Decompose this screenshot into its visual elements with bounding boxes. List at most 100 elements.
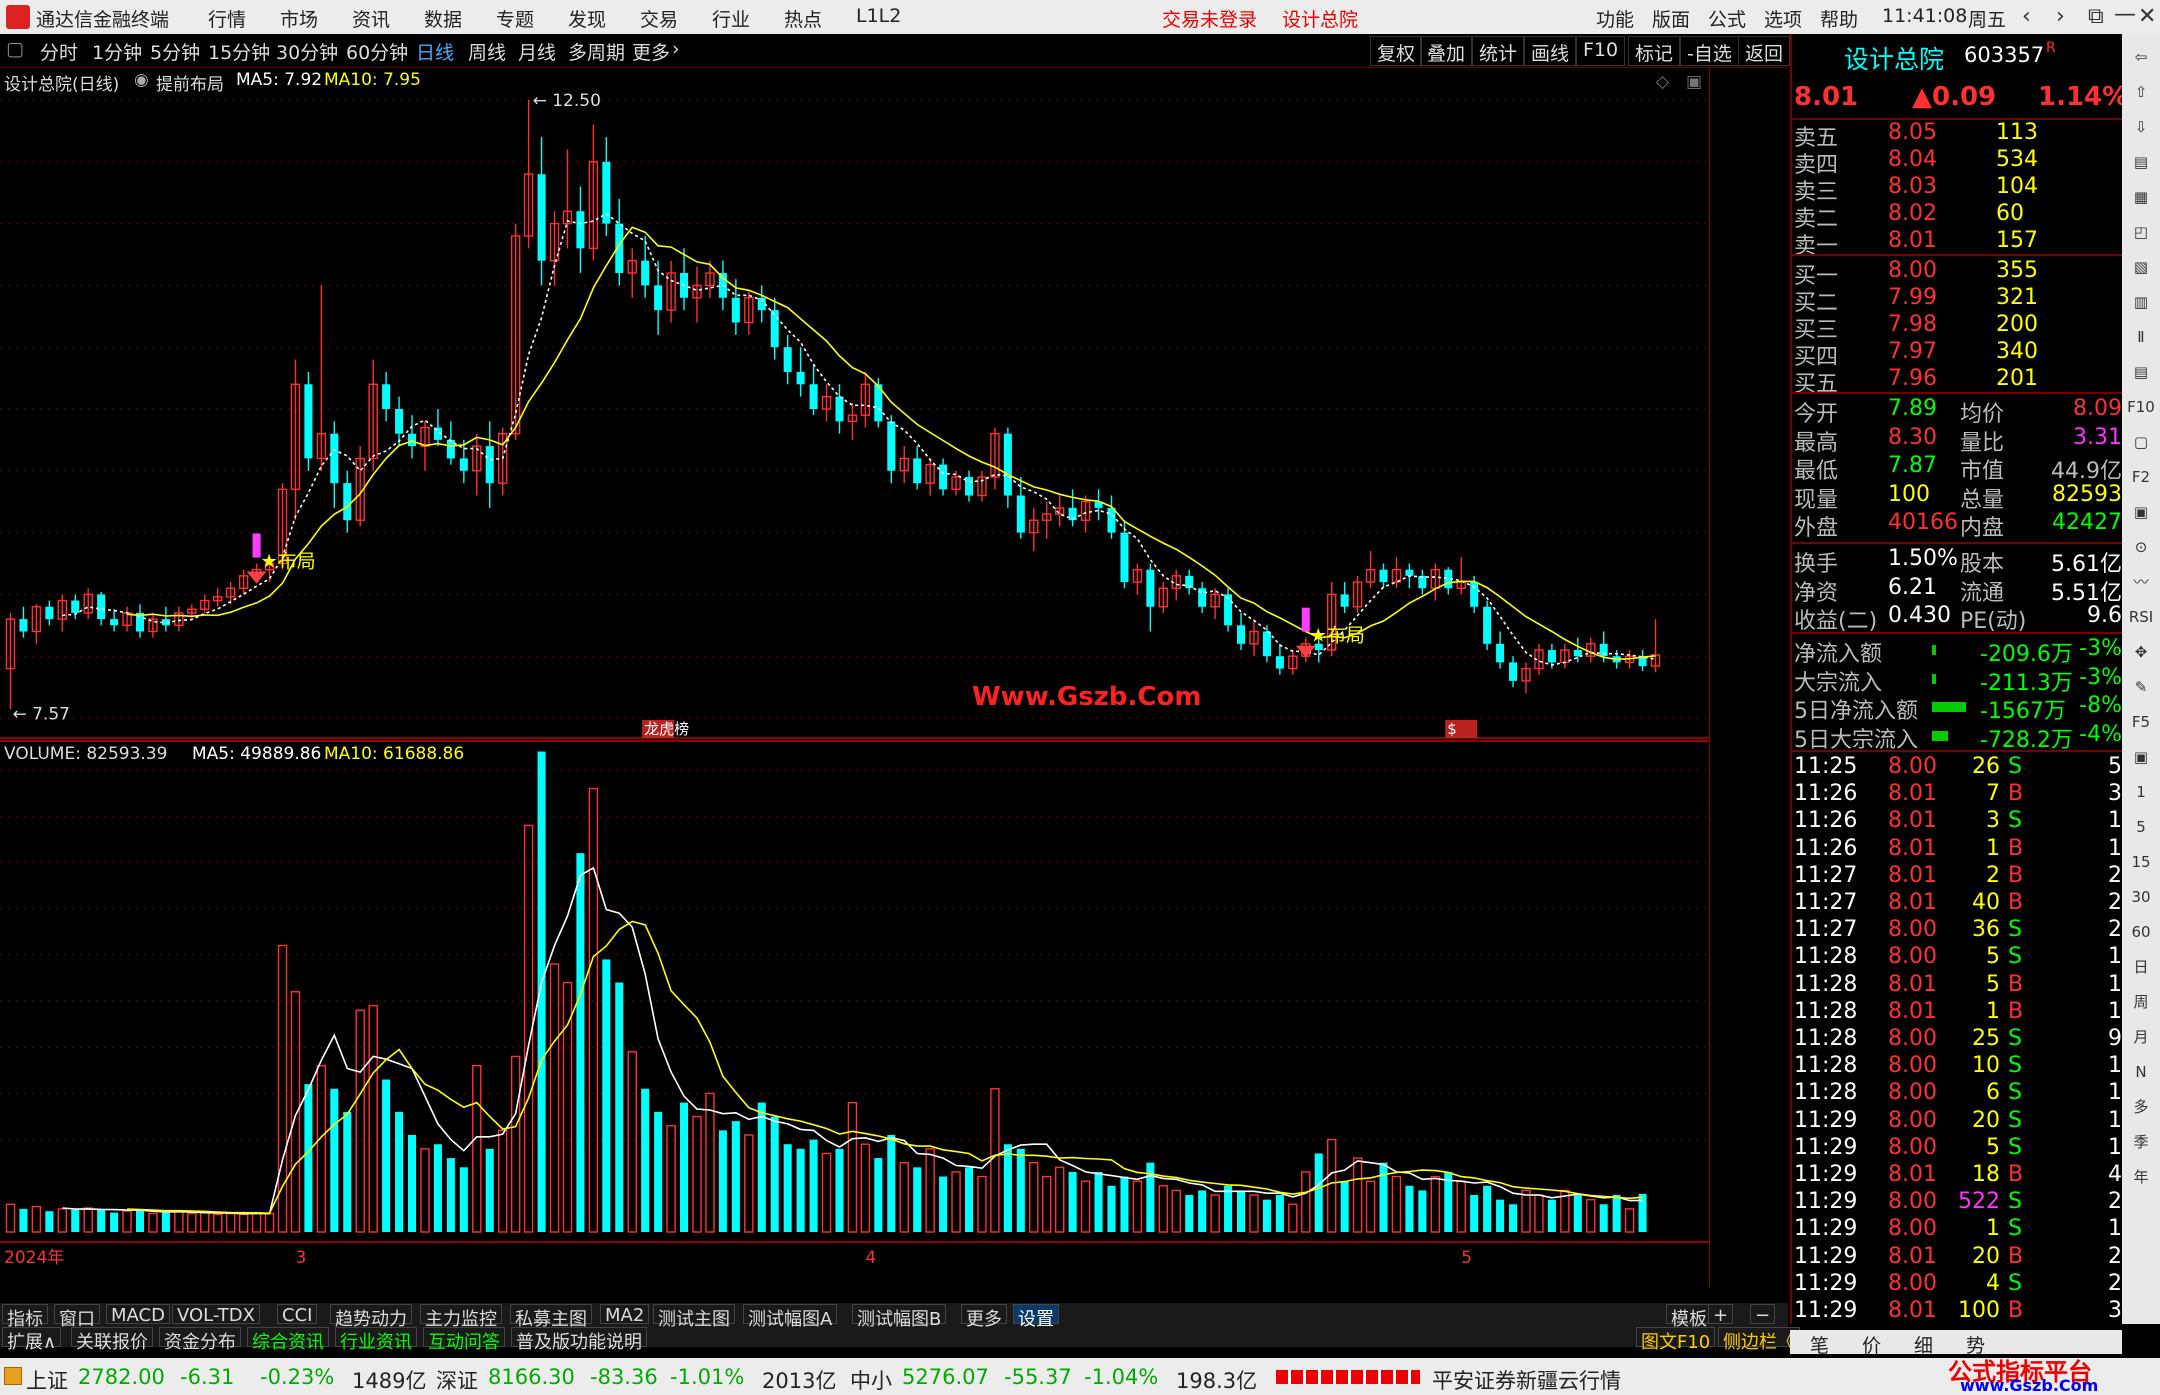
draw-button[interactable]: 画线 (1524, 36, 1577, 66)
menu-item-topics[interactable]: 专题 (496, 5, 534, 32)
indicator-name[interactable]: 提前布局 (156, 70, 224, 95)
indicator-tab[interactable]: VOL-TDX (172, 1304, 260, 1326)
menu-item-industry[interactable]: 行业 (712, 5, 750, 32)
add-tab-button[interactable]: + (1708, 1304, 1734, 1326)
index-name[interactable]: 中小 (850, 1365, 892, 1395)
period-tab-weekly[interactable]: 周线 (468, 38, 506, 65)
sidebar-tool-icon[interactable]: 60 (2126, 917, 2156, 947)
info-tab[interactable]: 行业资讯 (335, 1327, 417, 1353)
menu-item-help[interactable]: 帮助 (1820, 5, 1858, 32)
candlestick-chart[interactable]: 12.5012.0011.5011.0010.5010.009.509.008.… (0, 68, 1710, 740)
sidebar-tool-icon[interactable]: 15 (2126, 847, 2156, 877)
period-tab-5min[interactable]: 5分钟 (150, 38, 200, 65)
sidebar-tool-icon[interactable]: 1 (2126, 777, 2156, 807)
sidebar-tool-icon[interactable]: ◰ (2126, 217, 2156, 247)
period-tab-60min[interactable]: 60分钟 (346, 38, 408, 65)
sidebar-tool-icon[interactable]: ▤ (2126, 147, 2156, 177)
sidebar-tool-icon[interactable]: 5 (2126, 812, 2156, 842)
info-tab[interactable]: 普及版功能说明 (511, 1327, 647, 1353)
sidebar-tool-icon[interactable]: 季 (2126, 1127, 2156, 1157)
sidebar-tool-icon[interactable]: ▧ (2126, 252, 2156, 282)
sidebar-tool-icon[interactable]: N (2126, 1057, 2156, 1087)
menu-item-data[interactable]: 数据 (424, 5, 462, 32)
sidebar-tool-icon[interactable]: 日 (2126, 952, 2156, 982)
sidebar-tool-icon[interactable]: ⇦ (2126, 42, 2156, 72)
sidebar-tool-icon[interactable]: ⊙ (2126, 532, 2156, 562)
sidebar-tool-icon[interactable]: 30 (2126, 882, 2156, 912)
sidebar-toggle-button[interactable]: 侧边栏《 (1718, 1327, 1800, 1353)
menu-item-l1l2[interactable]: L1L2 (856, 5, 901, 27)
panel-toggle-icon[interactable]: ▣ (1686, 72, 1702, 92)
indicator-tab[interactable]: 测试幅图A (743, 1304, 838, 1330)
trade-login-status[interactable]: 交易未登录 (1162, 5, 1257, 32)
tick-panel-tab[interactable]: 价 (1862, 1331, 1881, 1358)
sidebar-tool-icon[interactable]: 〰 (2126, 567, 2156, 597)
indicator-tab[interactable]: 趋势动力 (330, 1304, 412, 1330)
period-tab-monthly[interactable]: 月线 (518, 38, 556, 65)
close-icon[interactable]: ✕ (2138, 4, 2156, 29)
indicator-tab[interactable]: MACD (106, 1304, 170, 1326)
menu-item-layout[interactable]: 版面 (1652, 5, 1690, 32)
sidebar-tool-icon[interactable]: F2 (2126, 462, 2156, 492)
sidebar-tool-icon[interactable]: 周 (2126, 987, 2156, 1017)
sidebar-tool-icon[interactable]: ▣ (2126, 497, 2156, 527)
sidebar-tool-icon[interactable]: F5 (2126, 707, 2156, 737)
minimize-icon[interactable]: — (2114, 2, 2136, 27)
indicator-gear-icon[interactable]: ◉ (134, 70, 149, 90)
mark-button[interactable]: 标记 (1628, 36, 1681, 66)
info-tab[interactable]: 互动问答 (423, 1327, 505, 1353)
indicator-tab[interactable]: 测试幅图B (852, 1304, 947, 1330)
indicator-tab[interactable]: MA2 (600, 1304, 650, 1326)
tick-panel-tab[interactable]: 笔 (1810, 1331, 1829, 1358)
stats-button[interactable]: 统计 (1472, 36, 1525, 66)
sidebar-tool-icon[interactable]: ⇩ (2126, 112, 2156, 142)
overlay-button[interactable]: 叠加 (1420, 36, 1473, 66)
indicator-tab[interactable]: 窗口 (54, 1304, 100, 1330)
volume-chart[interactable]: 1000090008000700060005000400030002000648… (0, 740, 1710, 1287)
menu-item-function[interactable]: 功能 (1596, 5, 1634, 32)
period-tab-1min[interactable]: 1分钟 (92, 38, 142, 65)
period-tab-daily[interactable]: 日线 (416, 38, 454, 65)
menu-item-market[interactable]: 市场 (280, 5, 318, 32)
index-name[interactable]: 深证 (436, 1365, 478, 1395)
sidebar-tool-icon[interactable]: RSI (2126, 602, 2156, 632)
indicator-tab[interactable]: 主力监控 (420, 1304, 502, 1330)
sidebar-tool-icon[interactable]: ▢ (2126, 427, 2156, 457)
period-tab-30min[interactable]: 30分钟 (276, 38, 338, 65)
info-tab[interactable]: 综合资讯 (247, 1327, 329, 1353)
tick-panel-tab[interactable]: 势 (1966, 1331, 1985, 1358)
sidebar-tool-icon[interactable]: 月 (2126, 1022, 2156, 1052)
remove-tab-button[interactable]: − (1750, 1304, 1776, 1326)
sidebar-tool-icon[interactable]: ▣ (2126, 742, 2156, 772)
menu-item-quotes[interactable]: 行情 (208, 5, 246, 32)
diamond-icon[interactable]: ◇ (1656, 72, 1669, 92)
menu-item-hot[interactable]: 热点 (784, 5, 822, 32)
sidebar-tool-icon[interactable]: ▤ (2126, 357, 2156, 387)
period-tab-multi[interactable]: 多周期 (568, 38, 625, 65)
adjust-button[interactable]: 复权 (1370, 36, 1423, 66)
watchlist-button[interactable]: -自选 (1680, 36, 1739, 66)
sidebar-tool-icon[interactable]: ▦ (2126, 182, 2156, 212)
menu-item-formula[interactable]: 公式 (1708, 5, 1746, 32)
info-tab[interactable]: 资金分布 (159, 1327, 241, 1353)
sidebar-tool-icon[interactable]: Ⅱ (2126, 322, 2156, 352)
sidebar-tool-icon[interactable]: 多 (2126, 1092, 2156, 1122)
index-name[interactable]: 上证 (26, 1365, 68, 1395)
back-icon[interactable]: ‹ (2022, 4, 2031, 29)
period-tab-timeshare[interactable]: 分时 (40, 38, 78, 65)
candlestick-plot[interactable]: 12.5012.0011.5011.0010.5010.009.509.008.… (0, 68, 1710, 740)
menu-item-discover[interactable]: 发现 (568, 5, 606, 32)
indicator-tab[interactable]: 测试主图 (653, 1304, 735, 1330)
volume-plot[interactable]: 1000090008000700060005000400030002000648… (0, 742, 1710, 1287)
indicator-tab[interactable]: 指标 (2, 1304, 48, 1330)
indicator-tab[interactable]: 私募主图 (510, 1304, 592, 1330)
f10-button[interactable]: F10 (1576, 36, 1626, 66)
period-tab-15min[interactable]: 15分钟 (208, 38, 270, 65)
tick-panel-tab[interactable]: 细 (1914, 1331, 1933, 1358)
sidebar-tool-icon[interactable]: F10 (2126, 392, 2156, 422)
indicator-tab[interactable]: 设置 (1013, 1304, 1059, 1330)
info-tab[interactable]: 关联报价 (71, 1327, 153, 1353)
period-tab-more[interactable]: 更多 (632, 38, 670, 65)
sidebar-tool-icon[interactable]: 年 (2126, 1162, 2156, 1192)
sidebar-tool-icon[interactable]: ✎ (2126, 672, 2156, 702)
